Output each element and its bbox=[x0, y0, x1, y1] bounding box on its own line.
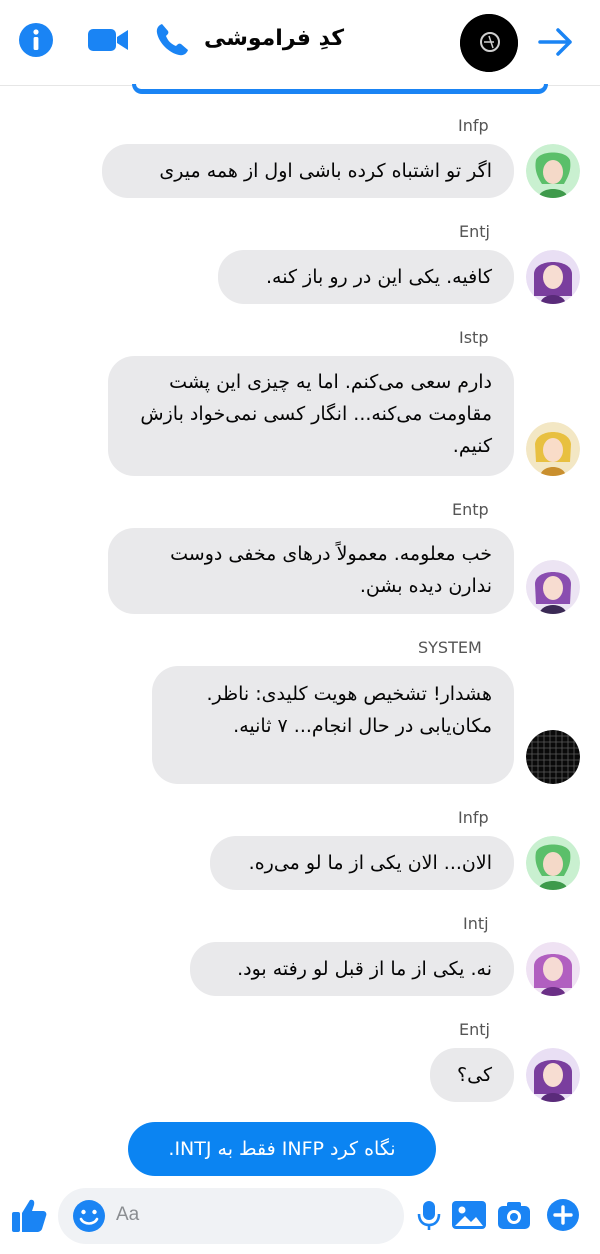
sender-name: Entj bbox=[459, 222, 490, 241]
sender-name: Infp bbox=[458, 808, 489, 827]
camera-icon[interactable] bbox=[496, 1198, 532, 1232]
sender-name: Infp bbox=[458, 116, 489, 135]
avatar-intj[interactable] bbox=[526, 942, 580, 996]
emoji-icon[interactable] bbox=[72, 1199, 106, 1233]
sender-name: Intj bbox=[463, 914, 489, 933]
microphone-icon[interactable] bbox=[412, 1198, 446, 1232]
image-icon[interactable] bbox=[450, 1198, 488, 1232]
phone-icon[interactable] bbox=[154, 22, 190, 58]
avatar-entj[interactable] bbox=[526, 250, 580, 304]
my-message-bubble[interactable]: نگاه کرد INFP فقط به INTJ. bbox=[128, 1122, 436, 1176]
message-bubble[interactable]: الان... الان یکی از ما لو می‌ره. bbox=[210, 836, 514, 890]
message-input[interactable]: Aa bbox=[58, 1188, 404, 1244]
like-icon[interactable] bbox=[10, 1196, 48, 1234]
avatar-entj[interactable] bbox=[526, 1048, 580, 1102]
plus-icon[interactable] bbox=[546, 1198, 580, 1232]
avatar-system[interactable] bbox=[526, 730, 580, 784]
sender-name: Entp bbox=[452, 500, 489, 519]
composer-bar: Aa bbox=[0, 1180, 600, 1254]
chat-title[interactable]: کدِ فراموشی bbox=[204, 26, 344, 51]
avatar-infp[interactable] bbox=[526, 836, 580, 890]
pinned-message-edge bbox=[132, 84, 548, 94]
sender-name: Entj bbox=[459, 1020, 490, 1039]
message-bubble[interactable]: کی؟ bbox=[430, 1048, 514, 1102]
message-bubble[interactable]: خب معلومه. معمولاً درهای مخفی دوست ندارن… bbox=[108, 528, 514, 614]
sender-name: Istp bbox=[459, 328, 489, 347]
avatar-entp[interactable] bbox=[526, 560, 580, 614]
chat-header: کدِ فراموشی bbox=[0, 0, 600, 86]
video-call-icon[interactable] bbox=[86, 22, 130, 58]
message-bubble[interactable]: دارم سعی می‌کنم. اما یه چیزی این پشت مقا… bbox=[108, 356, 514, 476]
sender-name: SYSTEM bbox=[418, 638, 482, 657]
message-bubble[interactable]: نه. یکی از ما از قبل لو رفته بود. bbox=[190, 942, 514, 996]
forward-arrow-icon[interactable] bbox=[536, 24, 576, 60]
input-placeholder: Aa bbox=[116, 1204, 140, 1225]
message-bubble[interactable]: هشدار! تشخیص هویت کلیدی: ناظر. مکان‌یابی… bbox=[152, 666, 514, 784]
message-bubble[interactable]: اگر تو اشتباه کرده باشی اول از همه میری bbox=[102, 144, 514, 198]
message-bubble[interactable]: کافیه. یکی این در رو باز کنه. bbox=[218, 250, 514, 304]
group-avatar[interactable] bbox=[460, 14, 518, 72]
avatar-infp[interactable] bbox=[526, 144, 580, 198]
avatar-istp[interactable] bbox=[526, 422, 580, 476]
info-icon[interactable] bbox=[18, 22, 54, 58]
